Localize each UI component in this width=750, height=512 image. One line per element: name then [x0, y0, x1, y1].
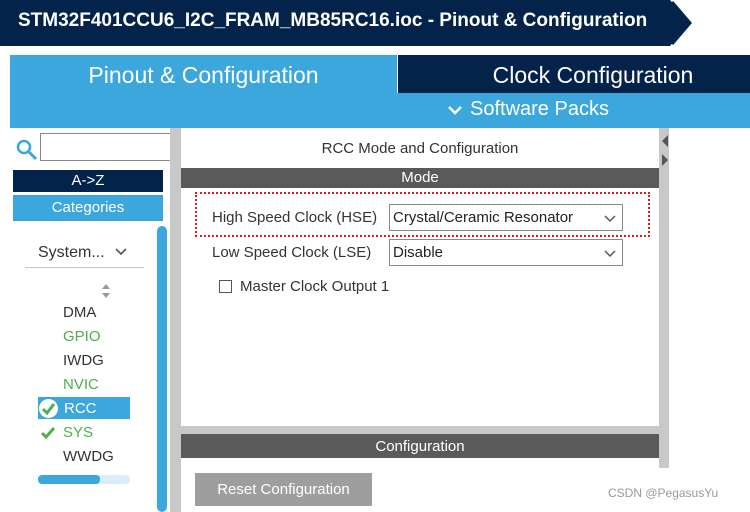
hse-label: High Speed Clock (HSE) [212, 209, 378, 226]
search-input[interactable] [40, 133, 171, 161]
software-packs-button[interactable]: Software Packs [448, 98, 609, 121]
chevron-down-icon [448, 98, 462, 121]
lse-select-value: Disable [393, 244, 444, 261]
software-packs-label: Software Packs [470, 98, 609, 120]
configuration-header: Configuration [375, 438, 465, 455]
right-empty-area [659, 128, 750, 512]
list-item-iwdg[interactable]: IWDG [63, 352, 104, 369]
list-item-label: GPIO [63, 328, 101, 345]
tab-pinout-label[interactable]: Pinout & Configuration [10, 62, 397, 89]
window-title: STM32F401CCU6_I2C_FRAM_MB85RC16.ioc - Pi… [18, 10, 648, 31]
mco-label: Master Clock Output 1 [240, 278, 390, 295]
list-item-nvic[interactable]: NVIC [63, 376, 99, 393]
vertical-scrollbar[interactable] [157, 226, 167, 512]
list-item-label: DMA [63, 304, 97, 321]
horizontal-scrollbar-thumb[interactable] [38, 475, 100, 484]
chevron-down-icon[interactable] [114, 244, 128, 258]
checkmark-circle-icon [39, 399, 58, 418]
search-icon[interactable] [15, 138, 39, 162]
category-dropdown-value[interactable]: System... [38, 244, 105, 262]
section-divider[interactable] [181, 426, 659, 434]
watermark: CSDN @PegasusYu [608, 486, 719, 500]
panel-divider[interactable] [170, 128, 181, 512]
chevron-down-icon[interactable] [603, 211, 617, 225]
list-item-sys[interactable]: SYS [63, 424, 93, 441]
reset-configuration-button[interactable]: Reset Configuration [195, 473, 372, 506]
tab-clock-label[interactable]: Clock Configuration [398, 62, 750, 89]
panel-divider-right[interactable] [659, 128, 669, 468]
chevron-down-icon[interactable] [603, 246, 617, 260]
list-item-label: SYS [63, 424, 94, 441]
collapse-arrows-icon[interactable] [660, 132, 670, 172]
hse-select-value: Crystal/Ceramic Resonator [393, 209, 574, 226]
mode-header: Mode [401, 169, 439, 186]
list-item-rcc[interactable]: RCC [64, 400, 97, 417]
categories-button[interactable]: Categories [13, 195, 163, 221]
breadcrumb-chevron-icon [664, 0, 692, 46]
list-item-dma[interactable]: DMA [63, 304, 96, 321]
hse-select[interactable]: Crystal/Ceramic Resonator [389, 204, 623, 231]
checkmark-icon [40, 427, 56, 440]
list-item-wwdg[interactable]: WWDG [63, 448, 114, 465]
lse-label: Low Speed Clock (LSE) [212, 244, 372, 261]
list-item-gpio[interactable]: GPIO [63, 328, 101, 345]
sort-icon[interactable] [99, 282, 113, 300]
list-item-label: RCC [64, 400, 97, 417]
mco-checkbox[interactable] [219, 280, 232, 293]
rcc-panel-title: RCC Mode and Configuration [321, 140, 519, 157]
list-item-label: IWDG [63, 352, 104, 369]
software-packs-bar [10, 93, 750, 128]
lse-select[interactable]: Disable [389, 239, 623, 266]
list-item-label: WWDG [63, 448, 114, 465]
sort-az-button[interactable]: A->Z [13, 170, 163, 192]
list-item-label: NVIC [63, 376, 99, 393]
